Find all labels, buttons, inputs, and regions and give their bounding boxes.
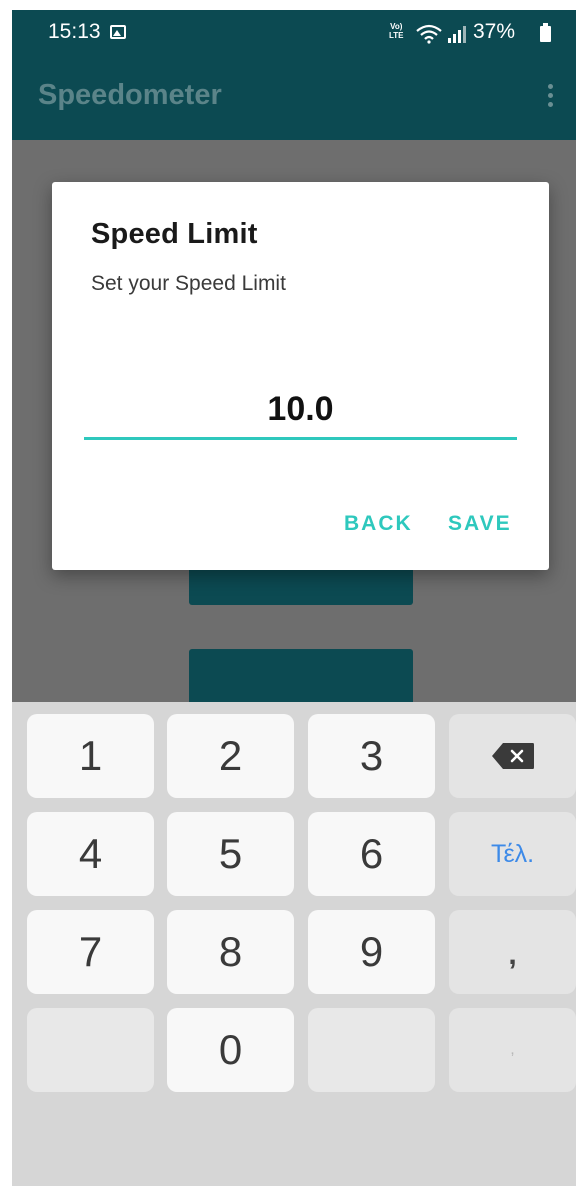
app-title: Speedometer [38,79,222,111]
more-vert-icon[interactable] [548,84,554,112]
back-button[interactable]: BACK [344,512,413,536]
decimal-key[interactable]: , [449,1008,576,1092]
blank-key-left [27,1008,154,1092]
key-5[interactable]: 5 [167,812,294,896]
backspace-icon [492,743,534,769]
battery-percentage: 37% [473,20,516,43]
speed-limit-dialog: Speed Limit Set your Speed Limit BACK SA… [52,182,549,570]
image-notification-icon [110,25,126,39]
dialog-message: Set your Speed Limit [91,272,286,295]
key-8[interactable]: 8 [167,910,294,994]
save-button[interactable]: SAVE [448,512,512,536]
key-4[interactable]: 4 [27,812,154,896]
done-key[interactable]: Τέλ. [449,812,576,896]
key-7[interactable]: 7 [27,910,154,994]
background-button-2 [189,649,413,709]
signal-icon [448,26,466,43]
numeric-keyboard: 1 2 3 4 5 6 Τέλ. 7 8 9 , 0 , [12,702,576,1186]
speed-limit-input[interactable] [84,382,517,440]
key-9[interactable]: 9 [308,910,435,994]
key-3[interactable]: 3 [308,714,435,798]
status-bar: 15:13 Vo) LTE 37% [12,10,576,54]
wifi-icon [416,24,442,44]
comma-key[interactable]: , [449,910,576,994]
volte-icon: Vo) LTE [389,22,404,40]
status-time: 15:13 [48,20,101,43]
key-1[interactable]: 1 [27,714,154,798]
backspace-key[interactable] [449,714,576,798]
battery-icon [540,23,551,42]
dialog-title: Speed Limit [91,218,258,250]
key-0[interactable]: 0 [167,1008,294,1092]
key-2[interactable]: 2 [167,714,294,798]
key-6[interactable]: 6 [308,812,435,896]
phone-screen: 15:13 Vo) LTE 37% Speedometer Speed Limit [12,10,576,1186]
blank-key-right [308,1008,435,1092]
app-bar: Speedometer [12,54,576,140]
